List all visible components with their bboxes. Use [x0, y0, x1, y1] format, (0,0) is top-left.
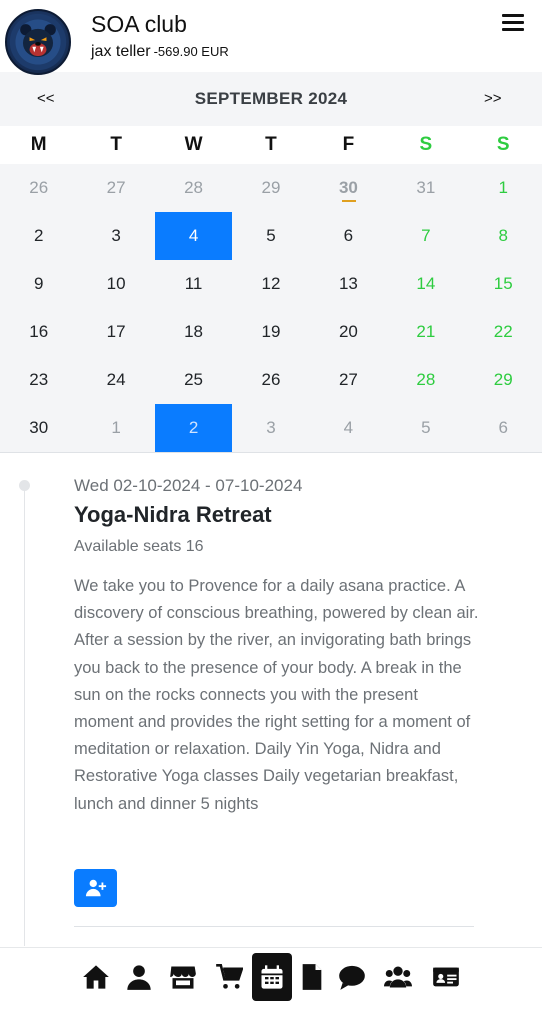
- calendar-day[interactable]: 2: [0, 212, 77, 260]
- calendar-day[interactable]: 1: [465, 164, 542, 212]
- user-info: jax teller -569.90 EUR: [91, 43, 229, 61]
- weekday-label: T: [110, 134, 122, 155]
- calendar-day[interactable]: 5: [387, 404, 464, 452]
- event-description: We take you to Provence for a daily asan…: [74, 577, 479, 813]
- calendar-day[interactable]: 6: [465, 404, 542, 452]
- calendar-day[interactable]: 3: [77, 212, 154, 260]
- timeline-dot: [19, 480, 30, 491]
- calendar-week: 16 17 18 19 20 21 22: [0, 308, 542, 356]
- calendar-day[interactable]: 7: [387, 212, 464, 260]
- calendar-day[interactable]: 28: [155, 164, 232, 212]
- nav-membership-card[interactable]: [426, 953, 466, 1001]
- club-avatar[interactable]: [5, 9, 71, 75]
- user-plus-icon: [85, 879, 106, 897]
- calendar-day-event[interactable]: 4: [154, 212, 233, 261]
- event-divider: [74, 926, 474, 927]
- calendar-day[interactable]: 28: [387, 356, 464, 404]
- calendar-week: 26 27 28 29 30 31 1: [0, 164, 542, 212]
- calendar-day[interactable]: 24: [77, 356, 154, 404]
- next-month-button[interactable]: >>: [484, 90, 502, 107]
- nav-documents[interactable]: [292, 953, 332, 1001]
- calendar-week: 9 10 11 12 13 14 15: [0, 260, 542, 308]
- calendar-navigation: << SEPTEMBER 2024 >>: [0, 72, 542, 126]
- calendar-day[interactable]: 3: [232, 404, 309, 452]
- id-card-icon: [433, 967, 459, 987]
- calendar-day[interactable]: 26: [0, 164, 77, 212]
- calendar-day[interactable]: 25: [155, 356, 232, 404]
- home-icon: [83, 965, 109, 989]
- calendar-day[interactable]: 12: [232, 260, 309, 308]
- calendar-day[interactable]: 29: [465, 356, 542, 404]
- calendar-day[interactable]: 11: [155, 260, 232, 308]
- hamburger-menu-icon[interactable]: [502, 14, 524, 32]
- calendar-day[interactable]: 19: [232, 308, 309, 356]
- calendar-grid: 26 27 28 29 30 31 1 2 3 4 5 6 7 8 9 10 1…: [0, 164, 542, 453]
- event-card: Wed 02-10-2024 - 07-10-2024 Yoga-Nidra R…: [74, 476, 484, 927]
- event-available-seats: Available seats 16: [74, 538, 204, 555]
- header: SOA club jax teller -569.90 EUR: [0, 0, 542, 75]
- calendar-day[interactable]: 1: [77, 404, 154, 452]
- calendar-week: 2 3 4 5 6 7 8: [0, 212, 542, 261]
- nav-profile[interactable]: [119, 953, 159, 1001]
- weekday-label: S: [419, 134, 433, 155]
- calendar-day[interactable]: 31: [387, 164, 464, 212]
- calendar-divider: [0, 452, 542, 453]
- account-balance: -569.90 EUR: [153, 44, 229, 59]
- calendar-day[interactable]: 23: [0, 356, 77, 404]
- calendar-day[interactable]: 10: [77, 260, 154, 308]
- calendar-day-today[interactable]: 30: [310, 164, 387, 212]
- calendar-day[interactable]: 4: [310, 404, 387, 452]
- event-title: Yoga-Nidra Retreat: [74, 502, 272, 527]
- user-name: jax teller: [91, 43, 151, 60]
- nav-calendar[interactable]: [252, 953, 292, 1001]
- calendar-day[interactable]: 18: [155, 308, 232, 356]
- calendar-week: 30 1 2 3 4 5 6: [0, 404, 542, 453]
- calendar-day[interactable]: 20: [310, 308, 387, 356]
- weekday-label: M: [30, 134, 47, 155]
- weekday-label: W: [184, 134, 203, 155]
- calendar-day[interactable]: 26: [232, 356, 309, 404]
- calendar-day[interactable]: 5: [232, 212, 309, 260]
- store-icon: [170, 966, 196, 989]
- calendar-day[interactable]: 30: [0, 404, 77, 452]
- calendar-day[interactable]: 8: [465, 212, 542, 260]
- weekday-header: M T W T F S S: [0, 126, 542, 164]
- calendar-day[interactable]: 29: [232, 164, 309, 212]
- calendar-day[interactable]: 17: [77, 308, 154, 356]
- month-title: SEPTEMBER 2024: [194, 89, 348, 108]
- cart-icon: [216, 964, 243, 989]
- bear-logo-icon: [9, 13, 67, 71]
- calendar-day[interactable]: 16: [0, 308, 77, 356]
- nav-shop[interactable]: [163, 953, 203, 1001]
- user-icon: [127, 965, 151, 990]
- nav-cart[interactable]: [209, 953, 249, 1001]
- calendar-week: 23 24 25 26 27 28 29: [0, 356, 542, 404]
- users-icon: [384, 966, 412, 988]
- bottom-navigation: [0, 947, 542, 1024]
- calendar-day[interactable]: 9: [0, 260, 77, 308]
- join-event-button[interactable]: [74, 869, 117, 907]
- calendar-day[interactable]: 14: [387, 260, 464, 308]
- calendar-day[interactable]: 27: [77, 164, 154, 212]
- calendar-day[interactable]: 6: [310, 212, 387, 260]
- calendar-icon: [261, 965, 283, 989]
- chat-icon: [339, 965, 365, 990]
- calendar-day[interactable]: 21: [387, 308, 464, 356]
- nav-members[interactable]: [378, 953, 418, 1001]
- calendar-day[interactable]: 13: [310, 260, 387, 308]
- weekday-label: T: [265, 134, 277, 155]
- nav-home[interactable]: [76, 953, 116, 1001]
- nav-chat[interactable]: [332, 953, 372, 1001]
- timeline-line: [24, 486, 25, 946]
- club-name: SOA club: [91, 11, 187, 37]
- calendar-day[interactable]: 27: [310, 356, 387, 404]
- weekday-label: S: [496, 134, 510, 155]
- calendar-day[interactable]: 22: [465, 308, 542, 356]
- weekday-label: F: [342, 134, 355, 155]
- event-date-range: Wed 02-10-2024 - 07-10-2024: [74, 476, 303, 495]
- calendar-day-event[interactable]: 2: [154, 404, 233, 453]
- calendar-day[interactable]: 15: [465, 260, 542, 308]
- document-icon: [302, 964, 322, 990]
